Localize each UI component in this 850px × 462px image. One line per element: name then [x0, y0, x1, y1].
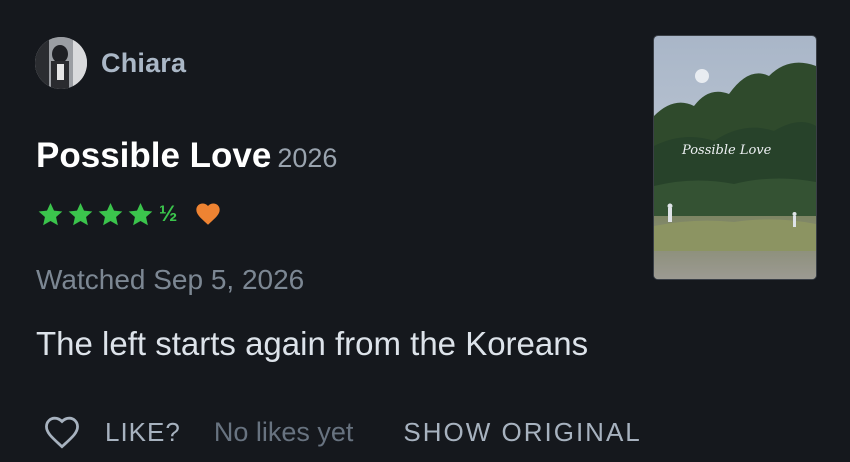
star-icon	[68, 202, 93, 225]
review-text: The left starts again from the Koreans	[36, 325, 589, 362]
film-title[interactable]: Possible Love	[36, 136, 271, 175]
poster-title: Possible Love	[681, 143, 772, 158]
likes-count: No likes yet	[213, 416, 354, 447]
review-actions: LIKE? No likes yet SHOW ORIGINAL	[41, 412, 642, 452]
star-icon	[98, 202, 123, 225]
avatar[interactable]	[35, 37, 87, 89]
poster-image: Possible Love	[654, 36, 816, 279]
avatar-photo	[35, 37, 87, 89]
half-star-icon: ½	[159, 201, 178, 226]
film-poster[interactable]: Possible Love	[653, 35, 817, 280]
watched-date: Watched Sep 5, 2026	[36, 264, 305, 295]
username[interactable]: Chiara	[101, 48, 186, 79]
show-original-button[interactable]: SHOW ORIGINAL	[403, 417, 641, 448]
film-year[interactable]: 2026	[277, 143, 337, 173]
star-icon	[38, 202, 63, 225]
film-heading: Possible Love 2026	[36, 136, 337, 176]
like-button[interactable]: LIKE?	[105, 417, 181, 448]
star-icon	[128, 202, 153, 225]
liked-heart-icon	[196, 203, 221, 225]
rating: ½	[36, 198, 222, 230]
heart-outline-icon[interactable]	[41, 413, 83, 451]
